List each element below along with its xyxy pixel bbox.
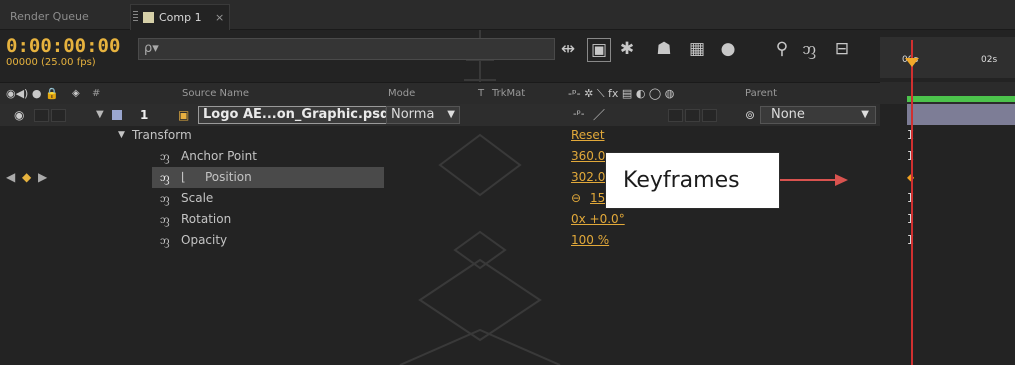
cti-head-icon[interactable]	[905, 58, 919, 67]
property-value[interactable]: 100 %	[571, 230, 609, 251]
property-name: Anchor Point	[181, 149, 257, 163]
graph-editor-icon[interactable]: ⊟	[830, 37, 854, 61]
layer-mode-value: Norma	[391, 107, 435, 122]
constrain-proportions-icon[interactable]: ⊖	[571, 188, 581, 209]
property-row[interactable]: ᦀ Opacity 100 %	[0, 230, 880, 251]
frame-blending-icon[interactable]: ▦	[685, 37, 709, 61]
current-time-display[interactable]: 0:00:00:00	[6, 36, 120, 56]
callout-arrow-head-icon	[835, 174, 848, 186]
current-time-indicator[interactable]	[911, 40, 913, 365]
column-trkmat: TrkMat	[492, 88, 526, 99]
add-keyframe-icon[interactable]: ◆	[22, 167, 31, 188]
expand-triangle-icon[interactable]: ▼	[96, 104, 104, 126]
pick-whip-icon[interactable]: ⊚	[745, 104, 755, 126]
stopwatch-icon[interactable]: ᦀ	[160, 146, 170, 167]
motion-blur-icon[interactable]: ●	[717, 37, 739, 61]
hide-shy-layers-icon[interactable]: ☗	[651, 37, 677, 61]
time-ruler[interactable]: 00s 02s	[880, 37, 1015, 78]
property-value[interactable]: 360.0	[571, 146, 605, 167]
switches-icons: -ᵖ- ✲ ⟍ fx ▤ ◐ ◯ ◍	[568, 87, 675, 100]
switch-box-1[interactable]	[668, 109, 683, 122]
column-parent: Parent	[745, 88, 778, 99]
stopwatch-icon[interactable]: ᦀ	[798, 37, 820, 61]
property-name: Rotation	[181, 212, 232, 226]
column-mode: Mode	[388, 88, 416, 99]
transform-reset-link[interactable]: Reset	[571, 125, 605, 146]
callout-arrow-line	[780, 179, 837, 181]
column-hash: #	[92, 88, 101, 99]
solo-switch[interactable]	[34, 109, 49, 122]
grip-icon[interactable]	[133, 11, 138, 23]
property-name: Scale	[181, 191, 214, 205]
layer-search-input[interactable]: ρ▾	[138, 38, 555, 60]
layer-row[interactable]: ◉ ▼ 1 ▣ Logo AE...on_Graphic.psd Norma ▼…	[0, 104, 880, 126]
graph-icon[interactable]: ⌊	[181, 167, 186, 188]
psd-file-icon: ▣	[178, 108, 190, 122]
label-icon[interactable]: ◈	[72, 83, 80, 105]
property-name: Position	[205, 170, 252, 184]
layer-mode-select[interactable]: Norma ▼	[386, 106, 460, 124]
stopwatch-icon[interactable]: ᦀ	[160, 188, 170, 209]
layer-number: 1	[140, 108, 149, 122]
composition-mini-flowchart-icon[interactable]: ⇹	[556, 37, 580, 61]
eye-icon[interactable]: ◉	[14, 104, 24, 126]
switch-box-3[interactable]	[702, 109, 717, 122]
property-name: Opacity	[181, 233, 228, 247]
close-icon[interactable]: ×	[215, 5, 224, 30]
property-value[interactable]: 0x +0.0°	[571, 209, 625, 230]
parent-value: None	[771, 107, 805, 122]
tab-comp-1[interactable]: Comp 1 ×	[130, 4, 230, 30]
layer-source-name[interactable]: Logo AE...on_Graphic.psd	[198, 106, 395, 124]
lock-switch[interactable]	[51, 109, 66, 122]
parent-select[interactable]: None ▼	[760, 106, 876, 124]
layer-duration-bar[interactable]	[907, 104, 1015, 125]
comp-color-swatch	[143, 12, 154, 23]
tab-comp-label: Comp 1	[159, 11, 202, 24]
next-keyframe-icon[interactable]: ▶	[38, 167, 47, 188]
property-value[interactable]: 15	[590, 188, 605, 209]
brainstorm-icon[interactable]: ⚲	[770, 37, 794, 61]
quality-switch-icon[interactable]: ／	[593, 104, 605, 126]
work-area-bar[interactable]	[907, 96, 1015, 102]
prev-keyframe-icon[interactable]: ◀	[6, 167, 15, 188]
transform-group-row[interactable]: ▼ Transform Reset	[0, 125, 880, 146]
ruler-tick-2: 02s	[981, 55, 998, 65]
chevron-down-icon: ▼	[861, 109, 869, 120]
transform-label: Transform	[132, 128, 192, 142]
column-t: T	[478, 88, 485, 99]
layer-label-color[interactable]	[112, 110, 122, 120]
stopwatch-icon[interactable]: ᦀ	[160, 209, 170, 230]
chevron-down-icon: ▼	[447, 109, 455, 120]
expand-triangle-icon[interactable]: ▼	[118, 125, 125, 146]
column-source-name[interactable]: Source Name	[182, 83, 249, 105]
layer-column-header: ◉◀) ● 🔒 ◈ # Source Name Mode T TrkMat -ᵖ…	[0, 82, 880, 106]
draft-3d-icon[interactable]: ✱	[615, 37, 639, 61]
av-features-icons[interactable]: ◉◀) ● 🔒	[6, 83, 59, 105]
property-value[interactable]: 302.0	[571, 167, 605, 188]
frame-count: 00000 (25.00 fps)	[6, 57, 96, 68]
shy-switch-icon[interactable]: -ᵖ-	[573, 104, 585, 126]
property-row[interactable]: ᦀ Rotation 0x +0.0°	[0, 209, 880, 230]
stopwatch-icon[interactable]: ᦀ	[160, 230, 170, 251]
stopwatch-active-icon[interactable]: ᦀ	[160, 167, 170, 188]
switch-box-2[interactable]	[685, 109, 700, 122]
live-update-icon[interactable]: ▣	[587, 38, 611, 62]
tab-render-queue[interactable]: Render Queue	[2, 4, 97, 29]
keyframes-callout: Keyframes	[605, 152, 780, 209]
